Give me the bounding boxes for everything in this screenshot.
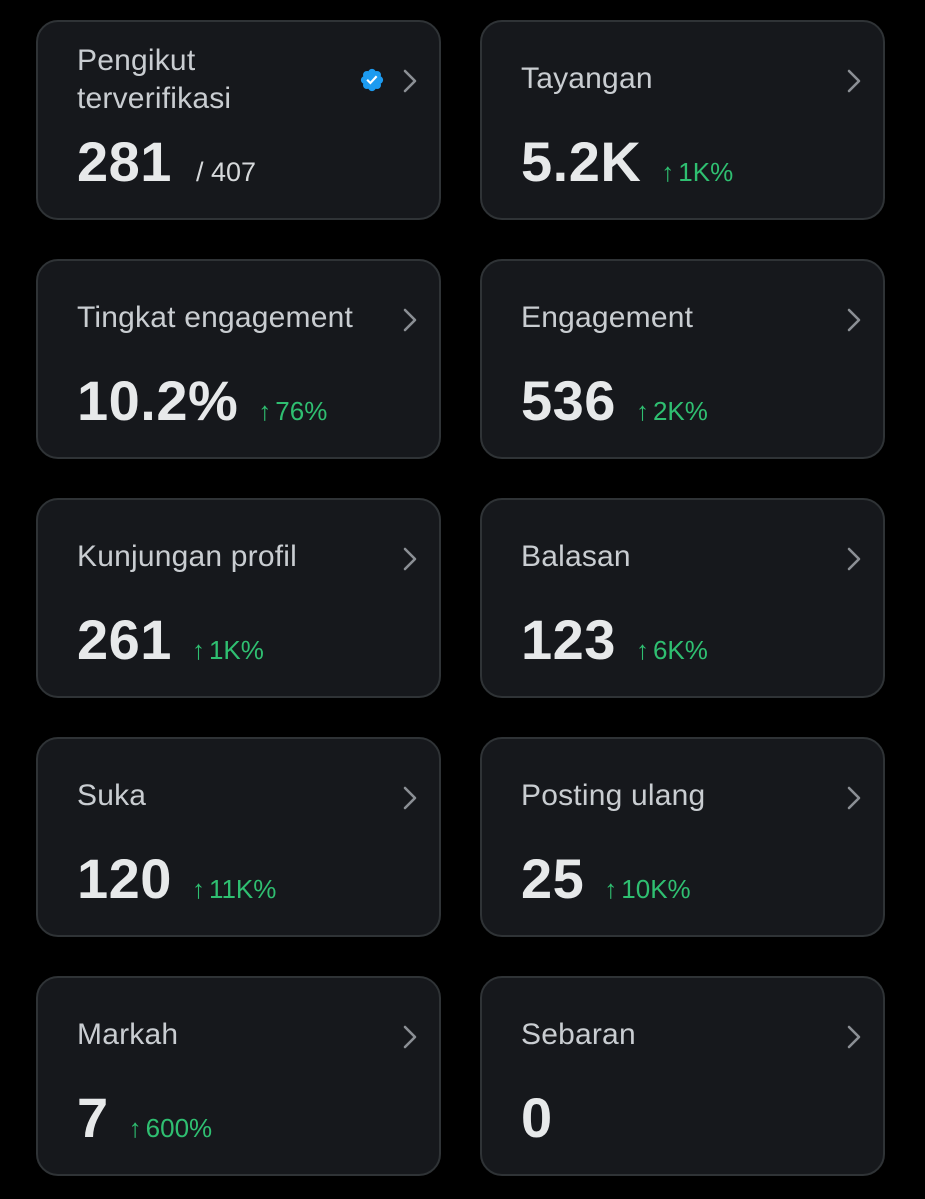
metric-change: ↑ 6K% [636, 635, 708, 666]
metric-value: 261 [77, 608, 172, 671]
metric-change-value: 6K% [652, 635, 708, 665]
metric-card-verified-followers[interactable]: Pengikut terverifikasi 281 / 407 [36, 20, 441, 220]
metric-change: ↑ 1K% [192, 635, 264, 666]
arrow-up-icon: ↑ [191, 874, 205, 904]
metric-label: Pengikut terverifikasi [77, 44, 232, 115]
metric-change-value: 11K% [208, 874, 277, 904]
metric-card-engagement-rate[interactable]: Tingkat engagement 10.2% ↑ 76% [36, 259, 441, 459]
metric-change: ↑ 1K% [661, 157, 733, 188]
metric-label: Tayangan [521, 62, 653, 95]
metric-change-value: 1K% [208, 635, 264, 665]
metric-value-row: 5.2K ↑ 1K% [521, 130, 733, 194]
metric-value: 10.2% [77, 369, 239, 432]
chevron-right-icon [403, 308, 417, 332]
metric-value: 120 [77, 847, 172, 910]
arrow-up-icon: ↑ [635, 635, 649, 665]
verified-badge-icon [360, 68, 384, 92]
metric-value: 123 [521, 608, 616, 671]
metric-card-engagements[interactable]: Engagement 536 ↑ 2K% [480, 259, 885, 459]
metric-label: Kunjungan profil [77, 540, 298, 573]
metric-value: 0 [521, 1086, 553, 1149]
metric-card-impressions[interactable]: Tayangan 5.2K ↑ 1K% [480, 20, 885, 220]
metric-change: ↑ 600% [129, 1113, 213, 1144]
metric-value-row: 123 ↑ 6K% [521, 608, 708, 672]
metric-card-likes[interactable]: Suka 120 ↑ 11K% [36, 737, 441, 937]
arrow-up-icon: ↑ [604, 874, 618, 904]
metric-value: 7 [77, 1086, 109, 1149]
metric-value-row: 536 ↑ 2K% [521, 369, 708, 433]
metric-card-shares[interactable]: Sebaran 0 [480, 976, 885, 1176]
metric-change: ↑ 2K% [636, 396, 708, 427]
metric-value-row: 261 ↑ 1K% [77, 608, 264, 672]
metric-card-bookmarks[interactable]: Markah 7 ↑ 600% [36, 976, 441, 1176]
metric-change-value: 10K% [621, 874, 691, 904]
arrow-up-icon: ↑ [128, 1113, 142, 1143]
metric-value-row: 7 ↑ 600% [77, 1086, 212, 1150]
metric-value: 536 [521, 369, 616, 432]
arrow-up-icon: ↑ [661, 157, 675, 187]
metric-value-row: 25 ↑ 10K% [521, 847, 691, 911]
metric-change: ↑ 11K% [192, 874, 276, 905]
metric-card-reposts[interactable]: Posting ulang 25 ↑ 10K% [480, 737, 885, 937]
chevron-right-icon [847, 69, 861, 93]
chevron-right-icon [403, 547, 417, 571]
metric-card-replies[interactable]: Balasan 123 ↑ 6K% [480, 498, 885, 698]
metric-value-row: 10.2% ↑ 76% [77, 369, 327, 433]
metric-label: Balasan [521, 540, 631, 573]
chevron-right-icon [403, 69, 417, 93]
chevron-right-icon [847, 1025, 861, 1049]
metric-label: Engagement [521, 301, 694, 334]
metric-change: ↑ 76% [258, 396, 327, 427]
arrow-up-icon: ↑ [635, 396, 649, 426]
metric-label: Suka [77, 779, 147, 812]
chevron-right-icon [847, 308, 861, 332]
arrow-up-icon: ↑ [191, 635, 205, 665]
metrics-grid: Pengikut terverifikasi 281 / 407 Tayanga… [36, 20, 885, 1176]
metric-value: 25 [521, 847, 585, 910]
chevron-right-icon [403, 786, 417, 810]
metric-label: Markah [77, 1018, 179, 1051]
metric-change: ↑ 10K% [604, 874, 690, 905]
metric-value-row: 120 ↑ 11K% [77, 847, 276, 911]
metric-value-row: 281 / 407 [77, 130, 256, 194]
chevron-right-icon [403, 1025, 417, 1049]
chevron-right-icon [847, 786, 861, 810]
chevron-right-icon [847, 547, 861, 571]
arrow-up-icon: ↑ [258, 396, 272, 426]
metric-value: 281 [77, 130, 172, 193]
metric-change-value: 2K% [652, 396, 708, 426]
metric-label: Sebaran [521, 1018, 636, 1051]
metric-value-row: 0 [521, 1086, 553, 1150]
metric-total: / 407 [195, 157, 256, 187]
metric-card-profile-visits[interactable]: Kunjungan profil 261 ↑ 1K% [36, 498, 441, 698]
metric-change-value: 600% [145, 1113, 213, 1143]
metric-label: Posting ulang [521, 779, 706, 812]
metric-value: 5.2K [521, 130, 642, 193]
metric-change-value: 76% [275, 396, 328, 426]
metric-change-value: 1K% [678, 157, 734, 187]
metric-label: Tingkat engagement [77, 301, 354, 334]
